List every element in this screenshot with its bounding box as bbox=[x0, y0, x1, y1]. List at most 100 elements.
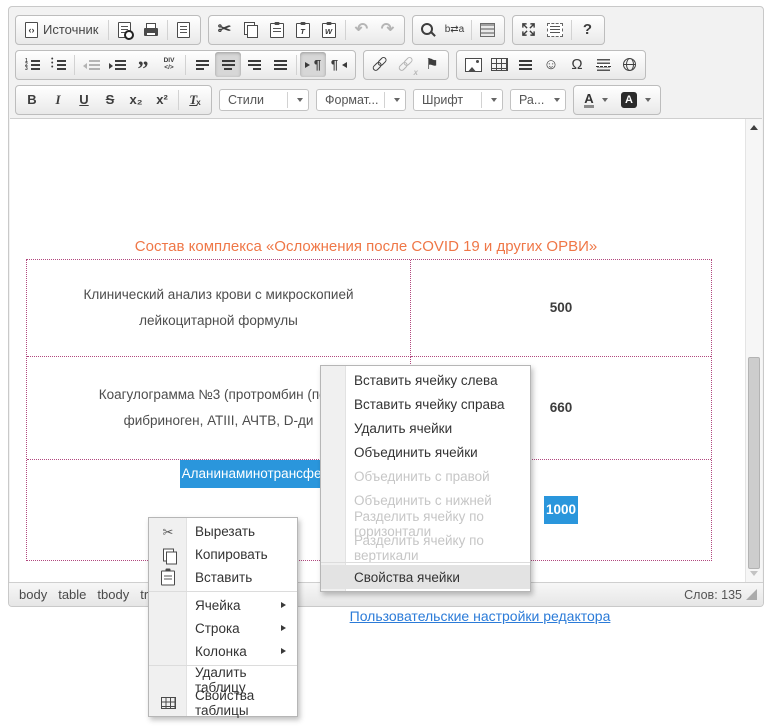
smiley-button[interactable]: ☺ bbox=[538, 52, 564, 77]
separator bbox=[178, 90, 179, 110]
italic-button[interactable]: I bbox=[45, 87, 71, 112]
editor-settings-link[interactable]: Пользовательские настройки редактора bbox=[350, 608, 611, 624]
insert-table-button[interactable] bbox=[486, 52, 512, 77]
align-left-button[interactable] bbox=[189, 52, 215, 77]
table-cell[interactable]: 500 bbox=[411, 260, 711, 357]
paste-from-word-button[interactable]: W bbox=[316, 17, 342, 42]
menu-item-delete-cells[interactable]: Удалить ячейки bbox=[321, 416, 530, 440]
preview-button[interactable] bbox=[112, 17, 138, 42]
maximize-button[interactable] bbox=[516, 17, 542, 42]
clipboard-lines bbox=[273, 28, 281, 34]
text-direction-ltr-button[interactable]: ¶ bbox=[300, 52, 326, 77]
menu-item-paste[interactable]: Вставить bbox=[149, 566, 297, 589]
rtl-icon: ¶ bbox=[331, 58, 347, 71]
about-button[interactable]: ? bbox=[575, 17, 601, 42]
menu-item-merge-cells[interactable]: Объединить ячейки bbox=[321, 440, 530, 464]
scroll-up-button[interactable] bbox=[746, 120, 762, 135]
separator bbox=[167, 20, 168, 40]
blockquote-button[interactable]: ” bbox=[130, 52, 156, 77]
styles-combo[interactable]: Стили bbox=[219, 89, 309, 111]
numbered-list-button[interactable] bbox=[19, 52, 45, 77]
menu-item-row[interactable]: Строка bbox=[149, 617, 297, 640]
horizontal-rule-button[interactable] bbox=[512, 52, 538, 77]
page: { "toolbar": { "source_label": "Источник… bbox=[0, 0, 773, 726]
menu-item-cut[interactable]: ✂ Вырезать bbox=[149, 520, 297, 543]
link-button[interactable] bbox=[367, 52, 393, 77]
align-right-button[interactable] bbox=[241, 52, 267, 77]
separator bbox=[481, 92, 482, 108]
source-icon bbox=[25, 22, 38, 38]
vertical-scrollbar[interactable] bbox=[745, 119, 762, 582]
font-combo[interactable]: Шрифт bbox=[413, 89, 503, 111]
bulleted-list-button[interactable] bbox=[45, 52, 71, 77]
print-button[interactable] bbox=[138, 17, 164, 42]
submenu-arrow-icon bbox=[281, 625, 289, 631]
iframe-button[interactable] bbox=[616, 52, 642, 77]
superscript-icon: x² bbox=[156, 92, 168, 107]
format-combo[interactable]: Формат... bbox=[316, 89, 406, 111]
background-color-button[interactable]: A bbox=[615, 87, 657, 112]
toolbar: Источник ✂ T W ↶ ↷ b⇄a bbox=[9, 7, 763, 117]
breadcrumb-table[interactable]: table bbox=[58, 587, 86, 602]
menu-item-column[interactable]: Колонка bbox=[149, 640, 297, 663]
templates-icon bbox=[177, 22, 190, 38]
strikethrough-button[interactable]: S bbox=[97, 87, 123, 112]
menu-item-cell[interactable]: Ячейка bbox=[149, 594, 297, 617]
word-count: Слов: 135 bbox=[684, 588, 742, 602]
scrollbar-thumb[interactable] bbox=[748, 357, 760, 569]
menu-item-copy[interactable]: Копировать bbox=[149, 543, 297, 566]
bold-button[interactable]: B bbox=[19, 87, 45, 112]
increase-indent-button[interactable] bbox=[104, 52, 130, 77]
text-direction-rtl-button[interactable]: ¶ bbox=[326, 52, 352, 77]
remove-format-button[interactable]: Tx bbox=[182, 87, 208, 112]
anchor-button[interactable]: ⚑ bbox=[419, 52, 445, 77]
menu-item-insert-cell-right[interactable]: Вставить ячейку справа bbox=[321, 392, 530, 416]
paste-button[interactable] bbox=[264, 17, 290, 42]
omega-icon: Ω bbox=[571, 57, 582, 72]
source-button[interactable]: Источник bbox=[19, 17, 105, 42]
find-button[interactable] bbox=[416, 17, 442, 42]
scroll-down-button[interactable] bbox=[746, 566, 762, 581]
div-container-button[interactable]: DIV </> bbox=[156, 52, 182, 77]
menu-separator bbox=[321, 562, 530, 563]
show-blocks-button[interactable] bbox=[542, 17, 568, 42]
unlink-x-mark: x bbox=[414, 68, 418, 77]
superscript-button[interactable]: x² bbox=[149, 87, 175, 112]
menu-item-cell-properties[interactable]: Свойства ячейки bbox=[321, 565, 530, 589]
arrow-right-shape bbox=[305, 62, 313, 68]
select-all-button[interactable] bbox=[475, 17, 501, 42]
format-combo-label: Формат... bbox=[325, 93, 381, 107]
menu-item-table-properties[interactable]: Свойства таблицы bbox=[149, 691, 297, 714]
breadcrumb-body[interactable]: body bbox=[19, 587, 47, 602]
align-center-button[interactable] bbox=[215, 52, 241, 77]
menu-item-label: Вставить bbox=[195, 570, 252, 585]
breadcrumb-tbody[interactable]: tbody bbox=[97, 587, 129, 602]
underline-button[interactable]: U bbox=[71, 87, 97, 112]
subscript-button[interactable]: x₂ bbox=[123, 87, 149, 112]
copy-button[interactable] bbox=[238, 17, 264, 42]
page-break-button[interactable] bbox=[590, 52, 616, 77]
size-combo[interactable]: Ра... bbox=[510, 89, 566, 111]
toolbar-row-3: B I U S x₂ x² Tx Стили Формат... Шрифт bbox=[15, 82, 757, 117]
resize-grip[interactable] bbox=[746, 589, 757, 600]
price-value: 500 bbox=[550, 295, 573, 321]
toolbar-group-colors: A A bbox=[573, 85, 661, 115]
templates-button[interactable] bbox=[171, 17, 197, 42]
breadcrumb-tr[interactable]: tr bbox=[140, 587, 148, 602]
replace-button[interactable]: b⇄a bbox=[442, 17, 468, 42]
menu-separator bbox=[149, 591, 297, 592]
insert-image-button[interactable] bbox=[460, 52, 486, 77]
special-char-button[interactable]: Ω bbox=[564, 52, 590, 77]
justify-button[interactable] bbox=[267, 52, 293, 77]
menu-item-label: Вырезать bbox=[195, 524, 255, 539]
menu-item-merge-right: Объединить с правой bbox=[321, 464, 530, 488]
menu-item-label: Объединить с правой bbox=[354, 469, 490, 484]
background-color-icon: A bbox=[621, 92, 637, 108]
paste-plain-text-button[interactable]: T bbox=[290, 17, 316, 42]
cut-icon: ✂ bbox=[218, 22, 231, 38]
text-color-button[interactable]: A bbox=[577, 87, 615, 112]
redo-button: ↷ bbox=[375, 17, 401, 42]
menu-item-insert-cell-left[interactable]: Вставить ячейку слева bbox=[321, 368, 530, 392]
table-cell[interactable]: Клинический анализ крови с микроскопией … bbox=[27, 260, 411, 357]
cut-button[interactable]: ✂ bbox=[212, 17, 238, 42]
